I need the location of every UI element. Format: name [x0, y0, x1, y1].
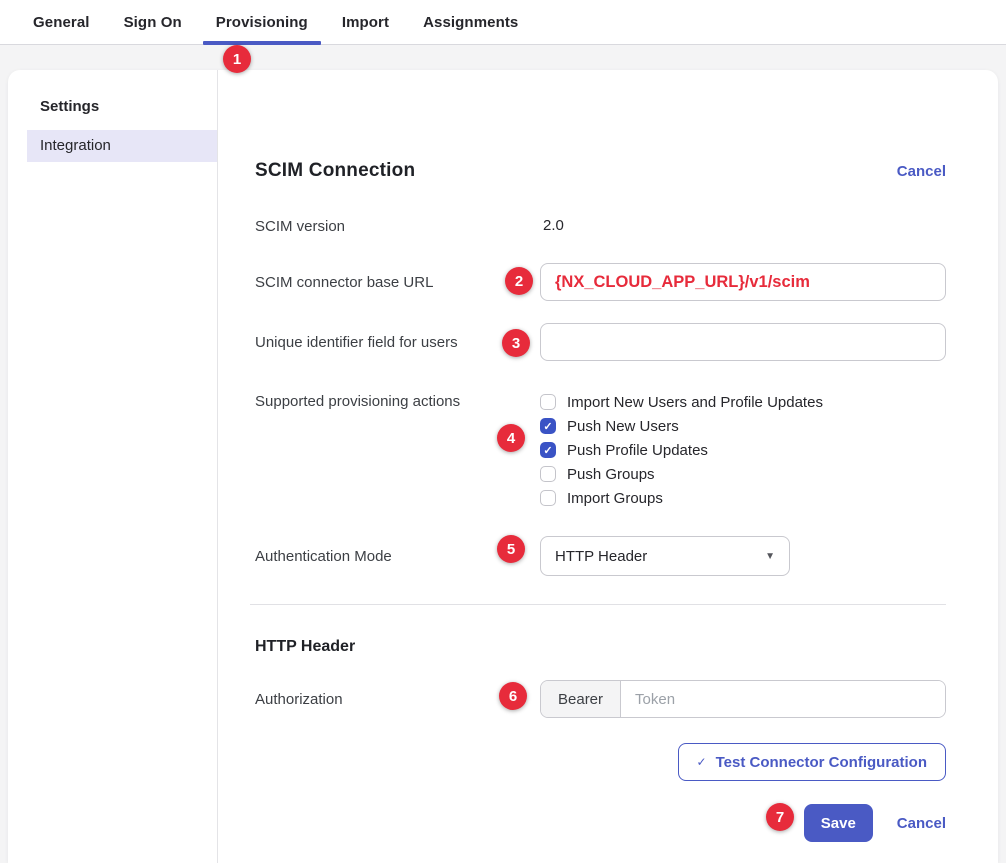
- checkbox-push-groups[interactable]: [540, 466, 556, 482]
- chevron-down-icon: ▼: [765, 551, 775, 562]
- checkbox-label: Push New Users: [567, 418, 679, 435]
- checkbox-row: ✓ Push New Users: [540, 414, 946, 438]
- annotation-badge-6: 6: [499, 682, 527, 710]
- http-header-heading: HTTP Header: [255, 638, 946, 656]
- sidebar-item-integration[interactable]: Integration: [27, 130, 217, 162]
- authorization-prefix: Bearer: [541, 681, 621, 717]
- section-divider: [250, 604, 946, 605]
- base-url-input[interactable]: [540, 263, 946, 301]
- tab-assignments[interactable]: Assignments: [406, 0, 535, 44]
- settings-sidebar: Settings Integration: [8, 70, 218, 863]
- unique-identifier-input[interactable]: [540, 323, 946, 361]
- annotation-badge-2: 2: [505, 267, 533, 295]
- checkbox-row: ✓ Push Profile Updates: [540, 438, 946, 462]
- tab-general[interactable]: General: [16, 0, 107, 44]
- cancel-link-bottom[interactable]: Cancel: [897, 815, 946, 832]
- auth-mode-selected-value: HTTP Header: [555, 548, 647, 565]
- checkbox-import-groups[interactable]: [540, 490, 556, 506]
- authorization-label: Authorization: [255, 691, 540, 708]
- scim-version-value: 2.0: [540, 217, 564, 234]
- test-connector-configuration-button[interactable]: ✓ Test Connector Configuration: [678, 743, 946, 781]
- tab-provisioning[interactable]: Provisioning: [199, 0, 325, 44]
- authorization-token-input[interactable]: [621, 681, 945, 717]
- page-title: SCIM Connection: [255, 160, 415, 182]
- test-connector-configuration-label: Test Connector Configuration: [716, 754, 927, 771]
- annotation-badge-4: 4: [497, 424, 525, 452]
- auth-mode-select[interactable]: HTTP Header ▼: [540, 536, 790, 576]
- provisioning-card: Settings Integration SCIM Connection Can…: [8, 70, 998, 863]
- checkbox-push-new-users[interactable]: ✓: [540, 418, 556, 434]
- check-icon: ✓: [697, 755, 707, 769]
- annotation-badge-7: 7: [766, 803, 794, 831]
- checkbox-row: Push Groups: [540, 462, 946, 486]
- base-url-label: SCIM connector base URL: [255, 274, 540, 291]
- provisioning-actions-list: Import New Users and Profile Updates ✓ Pus…: [540, 390, 946, 510]
- checkbox-import-new-users-and-profile-updates[interactable]: [540, 394, 556, 410]
- annotation-badge-5: 5: [497, 535, 525, 563]
- app-tab-bar: General Sign On Provisioning Import Assi…: [0, 0, 1006, 45]
- tab-sign-on[interactable]: Sign On: [107, 0, 199, 44]
- checkbox-label: Import Groups: [567, 490, 663, 507]
- checkbox-label: Import New Users and Profile Updates: [567, 394, 823, 411]
- checkbox-row: Import New Users and Profile Updates: [540, 390, 946, 414]
- annotation-badge-1: 1: [223, 45, 251, 73]
- scim-version-label: SCIM version: [255, 218, 540, 235]
- page: General Sign On Provisioning Import Assi…: [0, 0, 1006, 863]
- authorization-input-group: Bearer: [540, 680, 946, 718]
- unique-identifier-label: Unique identifier field for users: [255, 334, 540, 351]
- scim-connection-form: SCIM Connection Cancel SCIM version 2.0 …: [218, 70, 998, 863]
- checkbox-label: Push Profile Updates: [567, 442, 708, 459]
- tab-import[interactable]: Import: [325, 0, 406, 44]
- checkbox-push-profile-updates[interactable]: ✓: [540, 442, 556, 458]
- sidebar-header: Settings: [8, 98, 217, 130]
- provisioning-actions-label: Supported provisioning actions: [255, 390, 540, 410]
- annotation-badge-3: 3: [502, 329, 530, 357]
- checkbox-row: Import Groups: [540, 486, 946, 510]
- save-button[interactable]: Save: [804, 804, 873, 842]
- cancel-link-top[interactable]: Cancel: [897, 163, 946, 180]
- checkbox-label: Push Groups: [567, 466, 655, 483]
